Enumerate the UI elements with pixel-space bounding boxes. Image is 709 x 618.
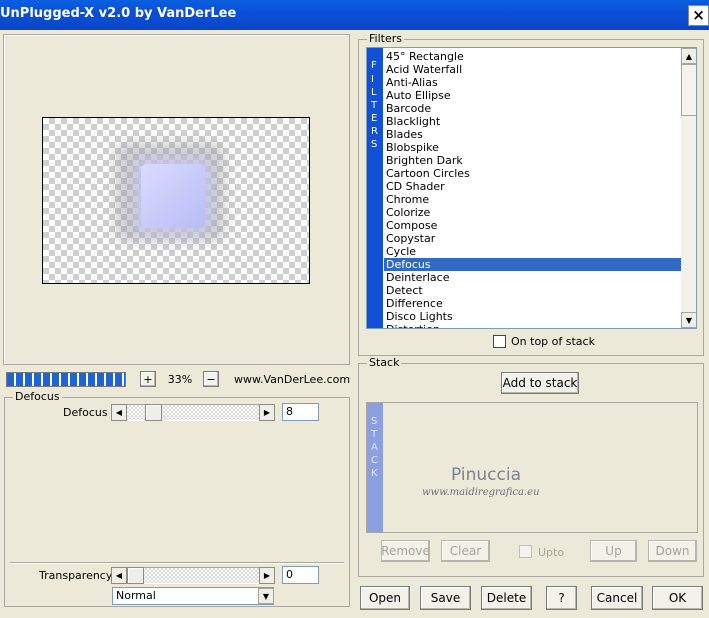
- arrow-right-icon: ▶: [263, 571, 271, 580]
- filter-list-scrollbar[interactable]: ▲ ▼: [681, 48, 696, 328]
- preview-image[interactable]: [42, 117, 310, 284]
- plus-icon: +: [143, 372, 153, 386]
- stack-side-letter: S: [371, 416, 378, 427]
- transparency-slider-thumb[interactable]: [127, 567, 144, 584]
- stack-group-title: Stack: [367, 356, 402, 369]
- filter-list-item[interactable]: Anti-Alias: [384, 76, 681, 89]
- filter-list-item[interactable]: Defocus: [384, 258, 681, 271]
- add-to-stack-button[interactable]: Add to stack: [501, 372, 579, 394]
- filters-side-letter: R: [371, 126, 378, 137]
- save-button[interactable]: Save: [420, 586, 471, 610]
- zoom-level: 33%: [167, 373, 193, 386]
- filter-list-item[interactable]: Blades: [384, 128, 681, 141]
- close-icon: ×: [692, 6, 705, 24]
- close-button[interactable]: ×: [688, 5, 709, 26]
- filters-side-letter: E: [371, 113, 378, 124]
- arrow-left-icon: ◀: [115, 408, 123, 417]
- filter-list-item[interactable]: Deinterlace: [384, 271, 681, 284]
- blend-mode-value: Normal: [116, 589, 156, 602]
- stack-side-letter: T: [371, 429, 378, 440]
- defocus-label: Defocus: [63, 406, 108, 419]
- filter-list-item[interactable]: CD Shader: [384, 180, 681, 193]
- filters-side-letter: T: [371, 100, 378, 111]
- stack-list[interactable]: S T A C K Pinuccia www.maidiregrafica.eu: [366, 402, 698, 533]
- dropdown-button[interactable]: ▼: [258, 588, 274, 604]
- blend-mode-select[interactable]: Normal ▼: [112, 587, 274, 605]
- filter-list-item[interactable]: Detect: [384, 284, 681, 297]
- watermark-url: www.maidiregrafica.eu: [422, 487, 540, 498]
- zoom-out-button[interactable]: −: [203, 371, 219, 387]
- filter-list[interactable]: F I L T E R S 45° Rectangle Acid Waterfal…: [366, 47, 697, 329]
- scroll-down-button[interactable]: ▼: [681, 312, 696, 328]
- ok-button[interactable]: OK: [652, 586, 703, 610]
- zoom-in-button[interactable]: +: [140, 371, 156, 387]
- watermark-name: Pinuccia: [451, 465, 521, 485]
- filter-list-item[interactable]: Blacklight: [384, 115, 681, 128]
- remove-button[interactable]: Remove: [381, 540, 430, 562]
- upto-checkbox[interactable]: [519, 545, 532, 558]
- stack-side-letter: C: [371, 455, 378, 466]
- on-top-checkbox[interactable]: [493, 335, 506, 348]
- arrow-left-icon: ◀: [115, 571, 123, 580]
- open-button[interactable]: Open: [360, 586, 410, 610]
- transparency-slider-track[interactable]: [127, 567, 259, 584]
- arrow-up-icon: ▲: [685, 51, 693, 61]
- filter-list-item[interactable]: Cartoon Circles: [384, 167, 681, 180]
- filter-list-item[interactable]: Blobspike: [384, 141, 681, 154]
- down-button[interactable]: Down: [648, 540, 697, 562]
- transparency-decrease-button[interactable]: ◀: [111, 567, 127, 584]
- preview-shape: [141, 164, 205, 228]
- progress-bar: [6, 372, 126, 387]
- arrow-down-icon: ▼: [685, 315, 693, 325]
- website-link[interactable]: www.VanDerLee.com: [234, 373, 350, 386]
- filters-side-letter: I: [371, 74, 374, 85]
- defocus-slider-thumb[interactable]: [145, 404, 162, 421]
- title-bar: UnPlugged-X v2.0 by VanDerLee ×: [0, 0, 709, 30]
- filter-list-item[interactable]: Distortion: [384, 323, 681, 328]
- filter-list-item[interactable]: 45° Rectangle: [384, 50, 681, 63]
- filter-list-item[interactable]: Chrome: [384, 193, 681, 206]
- separator-line: [10, 562, 344, 564]
- minus-icon: −: [206, 372, 216, 386]
- window-title: UnPlugged-X v2.0 by VanDerLee: [0, 6, 237, 21]
- filter-list-item[interactable]: Disco Lights: [384, 310, 681, 323]
- filter-list-item[interactable]: Difference: [384, 297, 681, 310]
- transparency-value-input[interactable]: 0: [282, 566, 319, 584]
- help-button[interactable]: ?: [546, 586, 577, 610]
- defocus-decrease-button[interactable]: ◀: [111, 404, 127, 421]
- filter-list-item[interactable]: Acid Waterfall: [384, 63, 681, 76]
- up-button[interactable]: Up: [590, 540, 637, 562]
- filter-list-item[interactable]: Barcode: [384, 102, 681, 115]
- delete-button[interactable]: Delete: [481, 586, 532, 610]
- cancel-button[interactable]: Cancel: [591, 586, 643, 610]
- parameters-group-title: Defocus: [13, 390, 62, 403]
- filters-side-letter: S: [371, 139, 378, 150]
- clear-button[interactable]: Clear: [441, 540, 490, 562]
- chevron-down-icon: ▼: [262, 591, 270, 601]
- defocus-increase-button[interactable]: ▶: [259, 404, 275, 421]
- filter-list-item[interactable]: Cycle: [384, 245, 681, 258]
- filters-side-bar: F I L T E R S: [367, 48, 383, 328]
- filters-side-letter: L: [371, 87, 377, 98]
- filter-list-item[interactable]: Brighten Dark: [384, 154, 681, 167]
- filters-side-letter: F: [371, 60, 377, 71]
- defocus-value-input[interactable]: 8: [282, 403, 319, 421]
- stack-side-letter: K: [371, 468, 378, 479]
- filter-list-item[interactable]: Compose: [384, 219, 681, 232]
- filter-list-item[interactable]: Auto Ellipse: [384, 89, 681, 102]
- filter-list-item[interactable]: Colorize: [384, 206, 681, 219]
- arrow-right-icon: ▶: [263, 408, 271, 417]
- stack-side-bar: S T A C K: [367, 403, 383, 532]
- filters-group-title: Filters: [367, 32, 404, 45]
- upto-label: Upto: [538, 546, 565, 559]
- on-top-label: On top of stack: [511, 335, 595, 348]
- filter-list-item[interactable]: Copystar: [384, 232, 681, 245]
- scroll-thumb[interactable]: [681, 64, 696, 116]
- stack-side-letter: A: [371, 442, 378, 453]
- scroll-up-button[interactable]: ▲: [681, 48, 696, 64]
- progress-fill: [7, 373, 125, 386]
- transparency-increase-button[interactable]: ▶: [259, 567, 275, 584]
- transparency-label: Transparency: [39, 569, 113, 582]
